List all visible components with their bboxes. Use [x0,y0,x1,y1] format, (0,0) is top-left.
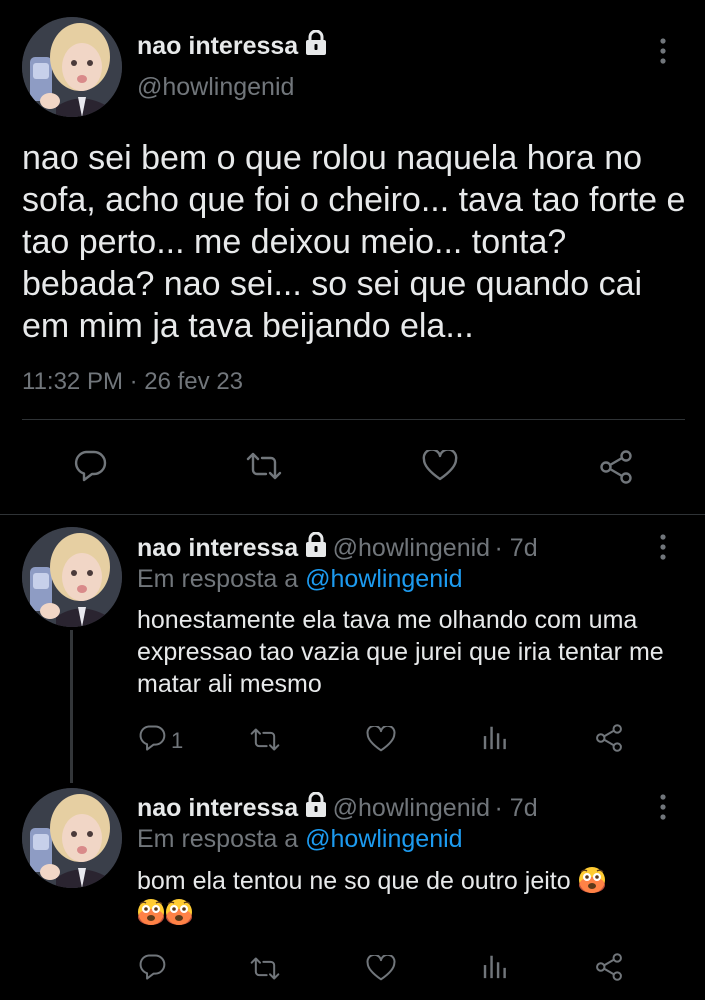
more-icon[interactable] [653,532,673,562]
reply-text: bom ela tentou ne so que de outro jeito [137,865,677,902]
flushed-face-emoji [165,898,193,931]
reply-button[interactable] [137,953,167,987]
flushed-face-emoji [137,898,165,931]
tweet-timestamp[interactable]: 11:32 PM · 26 fev 23 [22,368,243,396]
like-icon[interactable] [422,448,458,487]
views-icon[interactable] [481,722,509,757]
reply-icon[interactable] [72,449,108,488]
replying-to-label: Em resposta a [137,565,299,593]
avatar[interactable] [22,527,122,627]
avatar[interactable] [22,17,122,117]
reply-age: · 7d [494,794,538,822]
thread-line [70,630,73,783]
author-handle[interactable]: @howlingenid [333,794,490,822]
reply-text-content: bom ela tentou ne so que de outro jeito [137,867,571,895]
like-icon[interactable] [366,724,396,758]
like-icon[interactable] [366,953,396,987]
retweet-icon[interactable] [250,955,280,987]
reply-icon [137,953,167,987]
reply-button[interactable]: 1 [137,724,183,758]
reply-icon [137,724,167,758]
display-name[interactable]: nao interessa [137,534,298,562]
reply-header: nao interessa @howlingenid · 7d [137,531,538,563]
share-icon[interactable] [598,450,634,489]
replying-to-link[interactable]: @howlingenid [305,565,462,593]
replying-to: Em resposta a @howlingenid [137,825,463,854]
display-name: nao interessa [137,32,299,60]
lock-icon [304,791,328,823]
avatar-image [22,788,122,888]
share-icon[interactable] [594,953,624,986]
avatar-image [22,527,122,627]
flushed-face-emoji [577,866,606,902]
reply-text: honestamente ela tava me olhando com uma… [137,606,664,698]
divider [0,514,705,515]
more-icon[interactable] [653,792,673,822]
emoji-row [137,898,193,931]
avatar-image [22,17,122,117]
author-handle[interactable]: @howlingenid [137,73,294,102]
share-icon[interactable] [594,724,624,757]
replying-to: Em resposta a @howlingenid [137,565,463,594]
reply-header: nao interessa @howlingenid · 7d [137,791,538,823]
author-name[interactable]: nao interessa [137,29,328,63]
divider [22,419,685,420]
lock-icon [304,29,328,63]
retweet-icon[interactable] [246,450,282,487]
avatar[interactable] [22,788,122,888]
display-name[interactable]: nao interessa [137,794,298,822]
replying-to-label: Em resposta a [137,825,299,853]
views-icon[interactable] [481,951,509,986]
lock-icon [304,531,328,563]
retweet-icon[interactable] [250,726,280,758]
replying-to-link[interactable]: @howlingenid [305,825,462,853]
reply-age: · 7d [494,534,538,562]
tweet-text: nao sei bem o que rolou naquela hora no … [22,139,686,345]
reply-count: 1 [171,728,184,753]
more-icon[interactable] [653,36,673,66]
author-handle[interactable]: @howlingenid [333,534,490,562]
